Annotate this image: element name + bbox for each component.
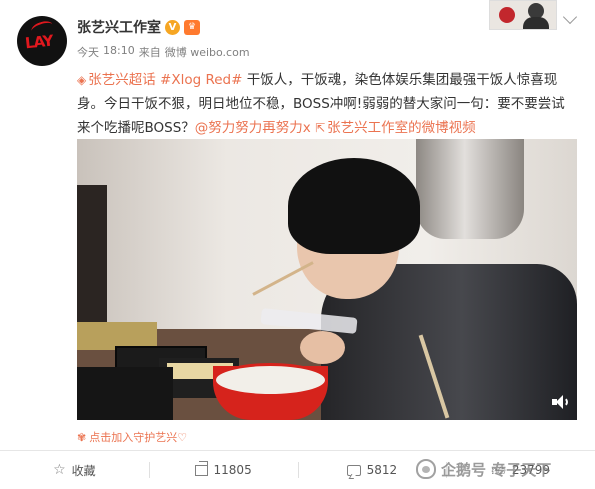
- video-link[interactable]: ⇱ 张艺兴工作室的微博视频: [315, 120, 476, 136]
- avatar[interactable]: LAY: [17, 16, 67, 66]
- thumbnail-logo: [499, 7, 515, 23]
- share-icon: [194, 464, 208, 476]
- post-time[interactable]: 18:10: [103, 44, 135, 60]
- verified-icon: V: [165, 19, 180, 35]
- post-meta: 今天 18:10 来自 微博 weibo.com: [77, 44, 250, 60]
- share-button[interactable]: 11805: [148, 451, 298, 489]
- post-day: 今天: [77, 46, 99, 59]
- supertopic-link[interactable]: ◈ 张艺兴超话: [77, 72, 156, 88]
- source-link[interactable]: 微博 weibo.com: [165, 44, 250, 60]
- video-frame-vent-pipe: [416, 139, 524, 239]
- watermark-text: 企鹅号 专子天下: [441, 460, 552, 479]
- volume-icon[interactable]: [552, 395, 568, 409]
- source-prefix: 来自: [138, 46, 161, 59]
- comment-icon: [346, 464, 361, 476]
- favorite-button[interactable]: ☆ 收藏: [0, 451, 149, 489]
- video-player[interactable]: [77, 139, 577, 420]
- post-text: ◈ 张艺兴超话 #Xlog Red# 干饭人，干饭魂，染色体娱乐集团最强干饭人惊喜…: [77, 68, 575, 140]
- guard-link[interactable]: ✾ 点击加入守护艺兴♡: [77, 429, 187, 445]
- thumbnail-person-body: [523, 17, 549, 29]
- comment-count: 5812: [366, 463, 398, 477]
- mention-link[interactable]: @努力努力再努力x: [195, 120, 311, 136]
- crown-icon: ♛: [184, 19, 200, 35]
- video-frame-tray: [77, 367, 173, 420]
- penguin-icon: [416, 459, 436, 479]
- star-icon: ☆: [53, 462, 66, 478]
- flower-icon: ✾: [77, 430, 87, 444]
- share-count: 11805: [213, 463, 252, 477]
- supertopic-icon: ◈: [77, 73, 87, 87]
- user-name-row: 张艺兴工作室 V ♛: [77, 17, 200, 37]
- avatar-logo: LAY: [24, 31, 54, 53]
- video-frame-bowl-rim: [213, 363, 328, 397]
- watermark: 企鹅号 专子天下: [416, 455, 551, 483]
- video-frame-hand: [300, 331, 345, 364]
- video-frame-person-hair: [288, 158, 420, 254]
- user-name[interactable]: 张艺兴工作室: [77, 17, 161, 37]
- video-preview-thumbnail[interactable]: [489, 0, 557, 30]
- chevron-down-icon[interactable]: [562, 9, 578, 25]
- video-link-icon: ⇱: [315, 121, 326, 135]
- guard-label: 点击加入守护艺兴♡: [89, 431, 188, 444]
- favorite-label: 收藏: [71, 463, 96, 478]
- hashtag-link[interactable]: #Xlog Red#: [160, 72, 242, 88]
